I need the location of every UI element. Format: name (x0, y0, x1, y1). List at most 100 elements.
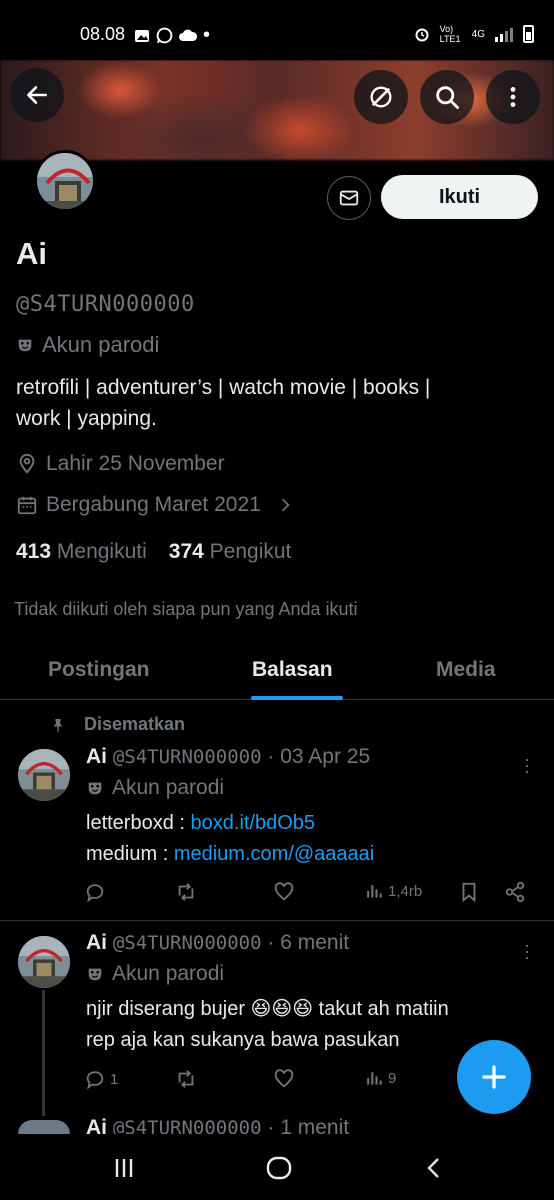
parody-text: Akun parodi (42, 332, 160, 357)
chevron-left-icon (427, 1158, 439, 1178)
search-button[interactable] (420, 70, 474, 124)
joined-text: Bergabung Maret 2021 (46, 493, 261, 516)
back-button[interactable] (10, 68, 64, 122)
birthday-row: Lahir 25 November (16, 452, 225, 476)
post-parody-label: Akun parodi (86, 776, 224, 800)
views-button[interactable]: 1,4rb (364, 881, 422, 901)
post-avatar[interactable] (18, 1120, 70, 1134)
home-button[interactable] (266, 1156, 292, 1185)
post-actions: 1,4rb (84, 881, 534, 907)
letterboxd-link[interactable]: boxd.it/bdOb5 (191, 812, 316, 834)
post-more-button[interactable]: · · · (520, 750, 534, 780)
avatar-image (18, 749, 70, 801)
thread-line (42, 990, 45, 1116)
joined-row[interactable]: Bergabung Maret 2021 (16, 493, 295, 517)
system-navigation-bar (0, 1134, 554, 1200)
more-notifications-dot: • (203, 24, 211, 46)
more-options-button[interactable] (486, 70, 540, 124)
like-button[interactable] (272, 1068, 296, 1090)
post-parody-label: Akun parodi (86, 962, 224, 986)
post-text: njir diserang bujer 😆😆😆 takut ah matiin … (86, 998, 449, 1051)
mask-icon (18, 339, 32, 352)
post-more-button[interactable]: · · · (520, 936, 534, 966)
heart-icon (274, 882, 294, 901)
post-time: 6 menit (280, 931, 350, 954)
repost-icon (178, 1070, 194, 1088)
back-nav-button[interactable] (424, 1156, 444, 1185)
compose-button[interactable] (457, 1040, 531, 1114)
post-text: letterboxd : boxd.it/bdOb5 medium : medi… (86, 812, 375, 865)
views-button[interactable]: 9 (364, 1068, 396, 1088)
share-icon (505, 881, 525, 903)
mask-icon (88, 968, 102, 981)
reply-button[interactable] (84, 881, 106, 903)
follow-button[interactable]: Ikuti (381, 175, 538, 219)
following-link[interactable]: 413 Mengikuti (16, 540, 147, 564)
profile-name: Ai (16, 236, 47, 271)
repost-button[interactable] (174, 881, 198, 903)
views-chart-icon (367, 885, 382, 898)
volte-label: Vo) LTE1 (439, 24, 461, 44)
search-icon (436, 86, 459, 109)
grok-button[interactable] (354, 70, 408, 124)
battery-icon (523, 25, 534, 43)
share-button[interactable] (504, 881, 526, 903)
post-time: 1 menit (280, 1116, 350, 1134)
post-author-handle: @S4TURN000000 (112, 1117, 262, 1134)
post-header: Ai @S4TURN000000 · 03 Apr 25 (86, 745, 371, 768)
cloud-notification-icon (179, 29, 197, 41)
tab-replies[interactable]: Balasan (252, 658, 333, 682)
birthday-text: Lahir 25 November (46, 452, 225, 475)
network-label: 4G (471, 28, 485, 40)
reply-button[interactable]: 1 (84, 1068, 118, 1090)
post-author-name[interactable]: Ai (86, 745, 107, 768)
post-author-name[interactable]: Ai (86, 931, 107, 954)
post-author-name[interactable]: Ai (86, 1116, 107, 1134)
post-author-handle: @S4TURN000000 (112, 746, 262, 768)
tab-media[interactable]: Media (436, 658, 496, 682)
heart-icon (274, 1069, 294, 1088)
reply-icon (86, 1071, 104, 1090)
recent-apps-icon (115, 1159, 133, 1177)
post-divider (0, 920, 554, 921)
profile-avatar[interactable] (34, 150, 96, 212)
whatsapp-notification-icon (156, 27, 173, 44)
post-avatar[interactable] (18, 936, 70, 988)
reply-icon (86, 884, 104, 903)
tab-posts[interactable]: Postingan (48, 658, 150, 682)
location-pin-icon (19, 453, 35, 474)
parody-label: Akun parodi (16, 332, 159, 358)
bio-line: work | yapping. (16, 407, 157, 430)
profile-banner[interactable] (0, 60, 554, 160)
mask-icon (88, 782, 102, 795)
pin-icon (53, 718, 63, 732)
like-button[interactable] (272, 881, 296, 903)
post-author-handle: @S4TURN000000 (112, 932, 262, 954)
bio-line: retrofili | adventurer’s | watch movie |… (16, 376, 431, 399)
profile-bio: retrofili | adventurer’s | watch movie |… (16, 372, 536, 434)
followers-link[interactable]: 374 Pengikut (169, 540, 292, 564)
post-header: Ai @S4TURN000000 · 6 menit (86, 931, 350, 954)
message-button[interactable] (327, 176, 371, 220)
pinned-label: Disematkan (50, 714, 185, 735)
bookmark-button[interactable] (458, 881, 480, 903)
home-icon (266, 1156, 292, 1180)
active-tab-indicator (251, 696, 343, 700)
signal-icon (495, 26, 513, 42)
recent-apps-button[interactable] (112, 1156, 136, 1185)
gallery-notification-icon (135, 29, 149, 42)
avatar-image (37, 153, 93, 209)
not-followed-note: Tidak diikuti oleh siapa pun yang Anda i… (14, 599, 358, 619)
alarm-icon (415, 28, 429, 42)
follow-counts: 413 Mengikuti 374 Pengikut (16, 540, 291, 564)
post-avatar[interactable] (18, 749, 70, 801)
post-time: 03 Apr 25 (280, 745, 371, 768)
arrow-left-icon (27, 86, 47, 104)
calendar-icon (17, 496, 37, 515)
profile-tabs: Postingan Balasan Media (0, 644, 554, 700)
envelope-icon (339, 190, 359, 206)
repost-button[interactable] (174, 1068, 198, 1090)
medium-link[interactable]: medium.com/@aaaaai (174, 843, 374, 865)
bookmark-icon (462, 882, 476, 903)
plus-icon (482, 1065, 506, 1089)
